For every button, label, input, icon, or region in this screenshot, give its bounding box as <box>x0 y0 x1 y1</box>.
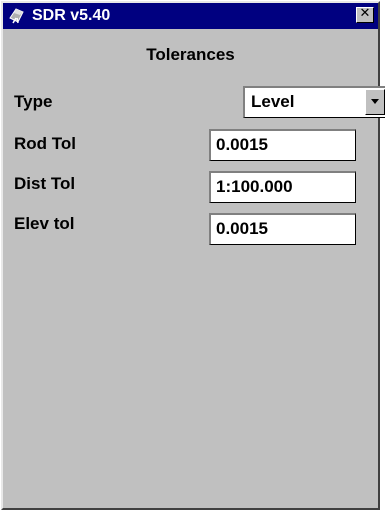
rod-tol-label: Rod Tol <box>14 134 76 153</box>
dist-tol-label: Dist Tol <box>14 174 76 193</box>
dist-tol-input[interactable]: 1:100.000 <box>209 171 356 203</box>
close-icon: ✕ <box>359 6 371 21</box>
type-select[interactable]: Level <box>243 86 385 118</box>
window-title: SDR v5.40 <box>32 7 111 24</box>
title-bar[interactable]: SDR v5.40 ✕ <box>3 3 378 29</box>
elev-tol-input[interactable]: 0.0015 <box>209 213 356 245</box>
elev-tol-label: Elev tol <box>14 214 75 233</box>
app-icon <box>7 6 27 26</box>
type-dropdown-button[interactable] <box>365 89 385 115</box>
chevron-down-icon <box>371 99 379 104</box>
close-button[interactable]: ✕ <box>356 6 374 23</box>
type-select-value: Level <box>251 92 295 111</box>
page-title: Tolerances <box>146 45 235 64</box>
rod-tol-input[interactable]: 0.0015 <box>209 129 356 161</box>
app-window: SDR v5.40 ✕ Tolerances Type Level Rod To… <box>1 1 385 510</box>
type-label: Type <box>14 92 53 111</box>
